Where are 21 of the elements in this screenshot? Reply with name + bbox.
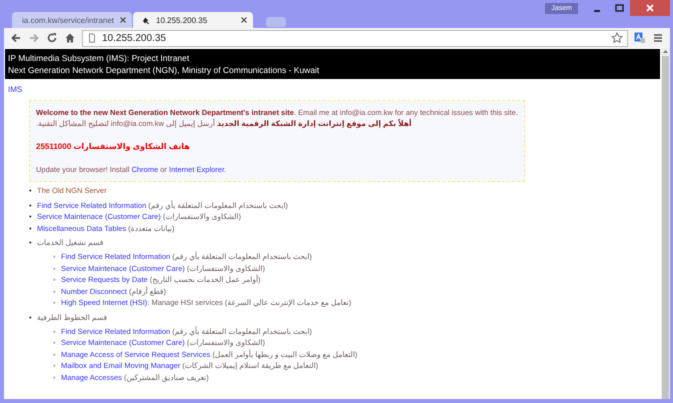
phone-number: هاتف الشكاوى والاستفسارات 25511000 [36,141,191,152]
maximize-icon [614,4,624,12]
header-title: IP Multimedia Subsystem (IMS): Project Intranet [8,52,190,64]
browser-tab[interactable]: 10.255.200.35 [133,12,253,28]
close-tab-icon[interactable] [120,17,126,23]
scrollbar[interactable] [661,48,670,399]
menu-icon[interactable] [652,32,664,44]
close-icon [646,4,654,12]
reload-icon[interactable] [46,32,58,44]
close-tab-icon[interactable] [241,17,247,23]
translate-icon[interactable] [634,32,646,44]
browser-tab[interactable]: ia.com.kw/service/intranet [12,12,132,28]
pin-icon [143,16,152,24]
address-bar[interactable]: 10.255.200.35 [82,30,628,46]
breadcrumb-link[interactable]: IMS [8,85,22,94]
header-title: Next Generation Network Department (NGN), Ministry of Communications - Kuwait [8,64,320,76]
page-icon [87,33,97,43]
back-icon[interactable] [10,32,22,44]
bookmark-star-icon[interactable] [611,32,623,44]
close-button[interactable] [630,0,670,16]
home-icon[interactable] [64,32,76,44]
